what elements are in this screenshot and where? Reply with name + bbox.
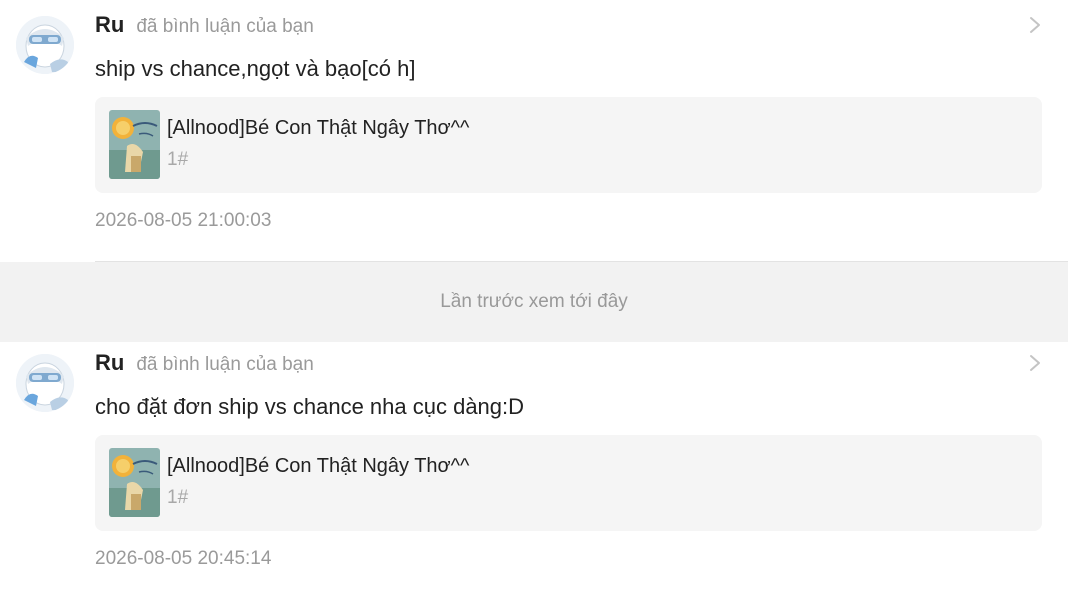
post-title[interactable]: [Allnood]Bé Con Thật Ngây Thơ^^	[167, 117, 469, 140]
notification-header: Ru đã bình luận của bạn	[95, 350, 314, 378]
chevron-right-icon[interactable]	[1028, 15, 1042, 35]
notification-item[interactable]: Ru đã bình luận của bạn cho đặt đơn ship…	[0, 342, 1068, 600]
username[interactable]: Ru	[95, 12, 124, 38]
divider	[95, 261, 1068, 262]
user-avatar[interactable]	[16, 16, 74, 74]
post-card[interactable]: [Allnood]Bé Con Thật Ngây Thơ^^ 1#	[95, 435, 1042, 531]
post-floor: 1#	[167, 487, 189, 508]
timestamp: 2026-08-05 21:00:03	[95, 210, 272, 231]
comment-text: cho đặt đơn ship vs chance nha cục dàng:…	[95, 394, 525, 419]
action-text: đã bình luận của bạn	[136, 354, 314, 375]
chevron-right-icon[interactable]	[1028, 353, 1042, 373]
user-avatar[interactable]	[16, 354, 74, 412]
username[interactable]: Ru	[95, 350, 124, 376]
action-text: đã bình luận của bạn	[136, 16, 314, 37]
separator-label: Lần trước xem tới đây	[440, 291, 628, 312]
comment-text: ship vs chance,ngọt và bạo[có h]	[95, 56, 416, 81]
last-seen-separator: Lần trước xem tới đây	[0, 262, 1068, 342]
avatar-image	[16, 16, 74, 74]
avatar-image	[16, 354, 74, 412]
post-title[interactable]: [Allnood]Bé Con Thật Ngây Thơ^^	[167, 455, 469, 478]
story-cover	[109, 110, 160, 179]
notification-header: Ru đã bình luận của bạn	[95, 12, 314, 40]
timestamp: 2026-08-05 20:45:14	[95, 548, 272, 569]
story-cover	[109, 448, 160, 517]
notification-item[interactable]: Ru đã bình luận của bạn ship vs chance,n…	[0, 0, 1068, 262]
post-card[interactable]: [Allnood]Bé Con Thật Ngây Thơ^^ 1#	[95, 97, 1042, 193]
post-floor: 1#	[167, 149, 189, 170]
